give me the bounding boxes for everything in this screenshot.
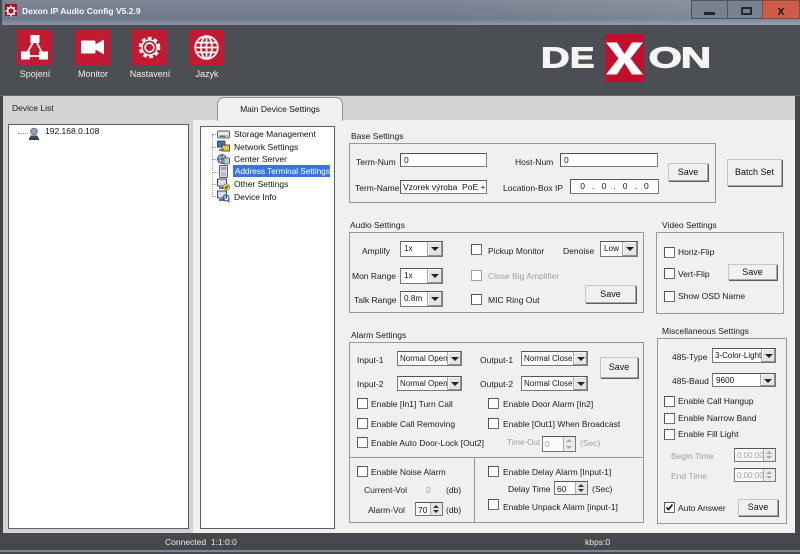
svg-text:N: N xyxy=(681,41,711,73)
svg-text:E: E xyxy=(570,42,595,74)
svg-text:D: D xyxy=(541,43,570,74)
svg-text:O: O xyxy=(649,42,682,74)
